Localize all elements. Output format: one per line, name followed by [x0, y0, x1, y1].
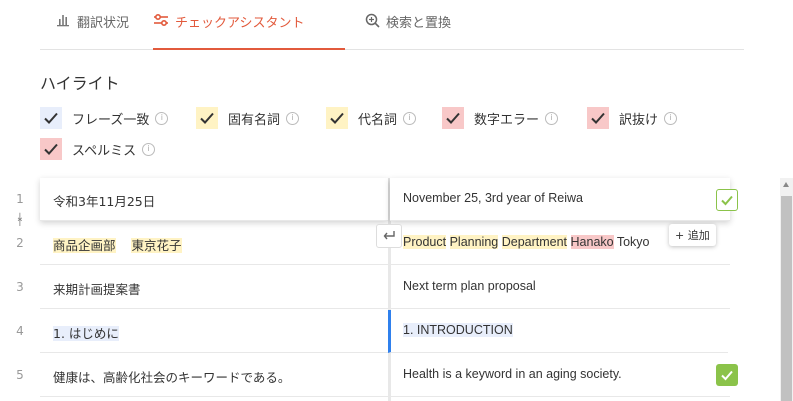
phrase-match-highlight: 1. はじめに	[53, 326, 119, 341]
row-number: 5	[16, 368, 24, 382]
row-number: 3	[16, 280, 24, 294]
checkbox-spelling[interactable]: スペルミス i	[40, 138, 156, 160]
tab-label: 検索と置換	[386, 16, 452, 31]
check-icon	[591, 112, 605, 124]
info-icon[interactable]: i	[142, 142, 156, 156]
checkbox-box[interactable]	[40, 107, 62, 129]
scrollbar-thumb[interactable]	[781, 196, 792, 401]
info-icon[interactable]: i	[664, 111, 678, 125]
scroll-up-icon[interactable]	[783, 182, 789, 187]
tab-label: チェックアシスタント	[175, 16, 305, 31]
proper-noun-highlight: 商品企画部	[53, 238, 116, 253]
info-icon[interactable]: i	[403, 111, 417, 125]
segment-row: 4 1. はじめに 1. INTRODUCTION	[0, 310, 793, 353]
checkbox-phrase-match[interactable]: フレーズ一致 i	[40, 107, 169, 129]
return-icon[interactable]	[376, 224, 402, 248]
check-icon	[721, 370, 733, 381]
checkbox-box[interactable]	[40, 138, 62, 160]
checkbox-box[interactable]	[326, 107, 348, 129]
bar-chart-icon	[55, 12, 71, 28]
target-cell[interactable]: Health is a keyword in an aging society.	[390, 354, 730, 397]
check-icon	[330, 112, 344, 124]
source-cell[interactable]: 商品企画部 東京花子	[40, 222, 388, 265]
confirm-button[interactable]	[716, 189, 738, 211]
proper-noun-highlight: 東京花子	[131, 238, 182, 253]
checkbox-label: 訳抜け	[619, 112, 659, 128]
segment-row: 5 健康は、高齢化社会のキーワードである。 Health is a keywor…	[0, 354, 793, 397]
check-icon	[44, 112, 58, 124]
tab-translation-status[interactable]: 翻訳状況	[55, 12, 129, 49]
target-text: Health is a keyword in an aging society.	[403, 367, 622, 381]
source-text: 令和3年11月25日	[53, 194, 156, 209]
target-text: Tokyo	[616, 235, 650, 249]
phrase-match-highlight: 1. INTRODUCTION	[403, 323, 513, 337]
segment-row: 1 令和3年11月25日 November 25, 3rd year of Re…	[0, 178, 793, 221]
checkbox-label: スペルミス	[72, 143, 137, 159]
highlight-title: ハイライト	[40, 74, 120, 93]
target-cell[interactable]: November 25, 3rd year of Reiwa	[390, 178, 730, 221]
sliders-icon	[153, 12, 169, 28]
row-number: 1	[16, 192, 24, 206]
target-text: November 25, 3rd year of Reiwa	[403, 191, 583, 205]
info-icon[interactable]: i	[545, 111, 559, 125]
checkbox-label: 数字エラー	[474, 112, 540, 128]
tab-bar: 翻訳状況 チェックアシスタント 検索と置換	[40, 0, 744, 50]
source-cell[interactable]: 1. はじめに	[40, 310, 388, 353]
checkbox-number-error[interactable]: 数字エラー i	[442, 107, 559, 129]
tab-check-assistant[interactable]: チェックアシスタント	[153, 12, 345, 50]
confirmed-button[interactable]	[716, 364, 738, 386]
check-icon	[446, 112, 460, 124]
checkbox-box[interactable]	[196, 107, 218, 129]
checkbox-label: 固有名詞	[228, 112, 281, 128]
checkbox-proper-noun[interactable]: 固有名詞 i	[196, 107, 300, 129]
segment-grid: 1 令和3年11月25日 November 25, 3rd year of Re…	[0, 178, 793, 401]
info-icon[interactable]: i	[286, 111, 300, 125]
search-replace-icon	[364, 12, 380, 28]
check-icon	[200, 112, 214, 124]
checkbox-label: 代名詞	[358, 112, 398, 128]
check-icon	[721, 195, 733, 206]
source-cell[interactable]: 令和3年11月25日	[40, 178, 388, 221]
proper-noun-highlight: Planning	[449, 235, 499, 249]
check-icon	[44, 143, 58, 155]
proper-noun-highlight: Department	[501, 235, 568, 249]
checkbox-box[interactable]	[587, 107, 609, 129]
checkbox-label: フレーズ一致	[72, 112, 150, 128]
target-cell[interactable]: Next term plan proposal	[390, 266, 730, 309]
add-button[interactable]: + 追加	[669, 224, 716, 246]
row-number: 4	[16, 324, 24, 338]
proper-noun-highlight: Product	[403, 235, 447, 249]
source-cell[interactable]: 健康は、高齢化社会のキーワードである。	[40, 354, 388, 397]
source-text: 健康は、高齢化社会のキーワードである。	[53, 370, 291, 385]
checkbox-box[interactable]	[442, 107, 464, 129]
scrollbar[interactable]	[780, 178, 793, 401]
source-text: 来期計画提案書	[53, 282, 141, 297]
source-cell[interactable]: 来期計画提案書	[40, 266, 388, 309]
target-text: Next term plan proposal	[403, 279, 536, 293]
checkbox-pronoun[interactable]: 代名詞 i	[326, 107, 417, 129]
info-icon[interactable]: i	[155, 111, 169, 125]
segment-row: 3 来期計画提案書 Next term plan proposal	[0, 266, 793, 309]
row-number: 2	[16, 236, 24, 250]
checkbox-omission[interactable]: 訳抜け i	[587, 107, 678, 129]
error-highlight: Hanako	[570, 235, 614, 249]
target-cell[interactable]: 1. INTRODUCTION	[388, 310, 728, 353]
tab-label: 翻訳状況	[77, 16, 130, 31]
tab-search-replace[interactable]: 検索と置換	[364, 12, 451, 49]
